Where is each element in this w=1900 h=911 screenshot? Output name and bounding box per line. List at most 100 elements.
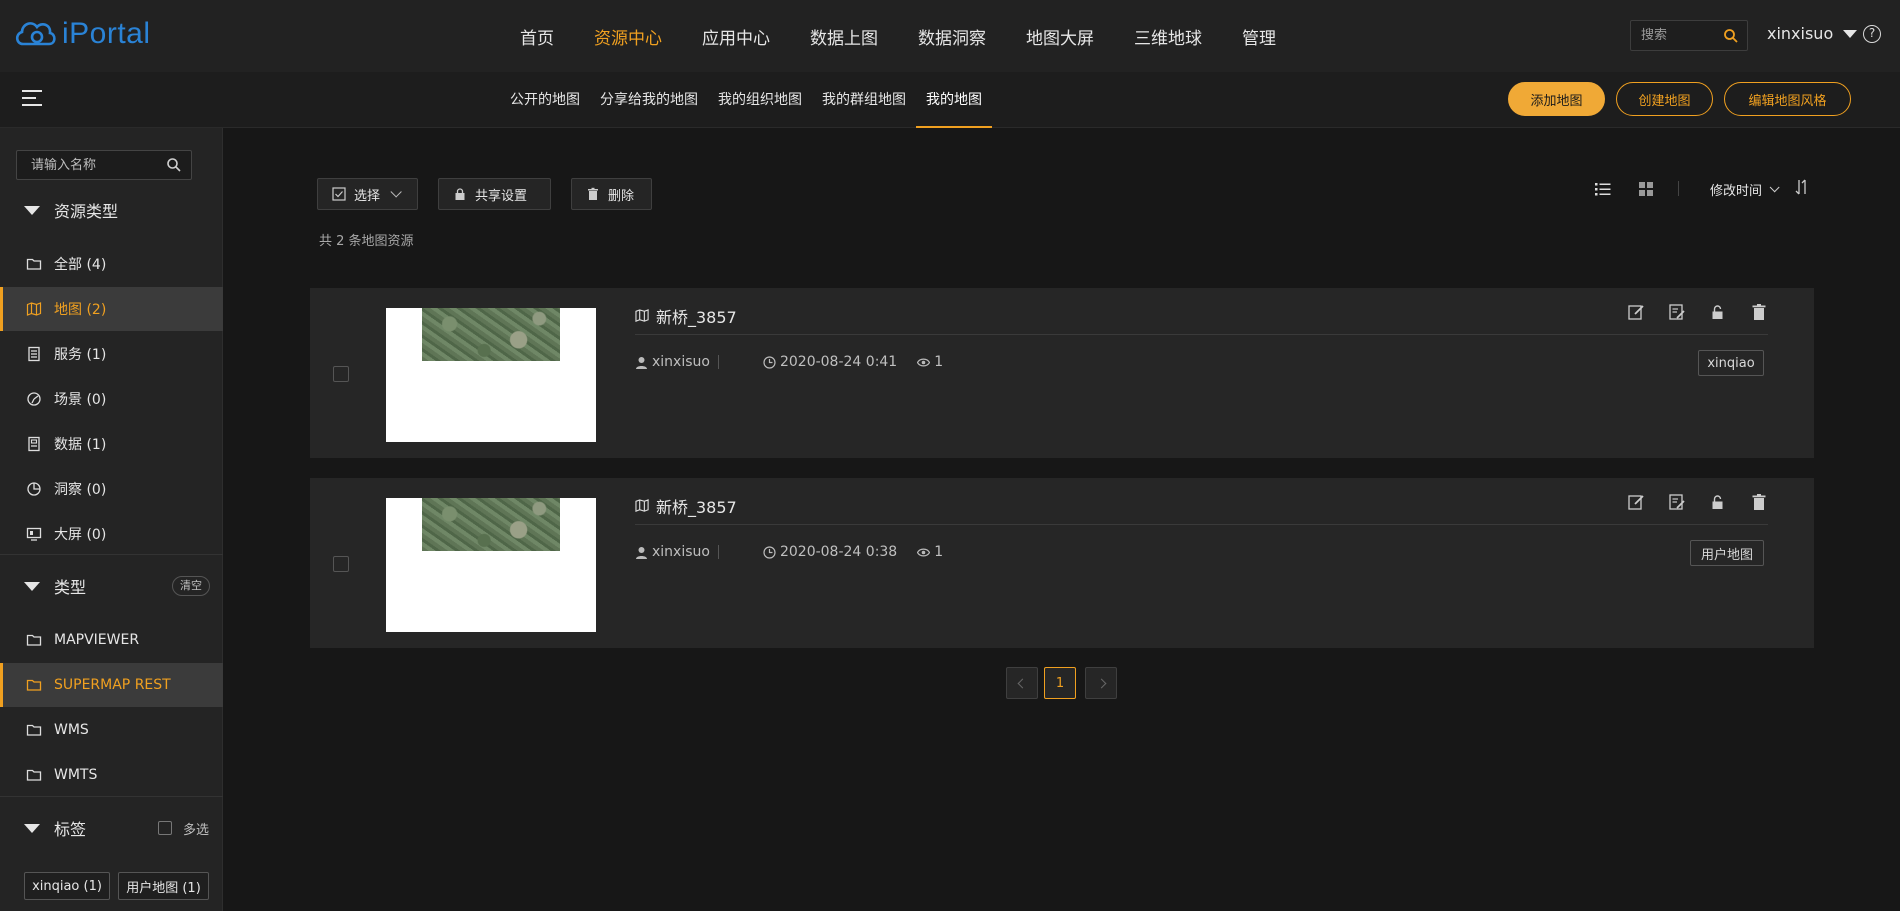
sidebar-item-data[interactable]: 数据 (1) <box>0 422 223 466</box>
checkbox-icon <box>332 187 346 201</box>
sidebar-item-service[interactable]: 服务 (1) <box>0 332 223 376</box>
card-tag[interactable]: 用户地图 <box>1690 540 1764 566</box>
map-thumbnail[interactable] <box>386 498 596 632</box>
tab-shared-maps[interactable]: 分享给我的地图 <box>590 72 708 128</box>
nav-home[interactable]: 首页 <box>520 24 554 49</box>
user-icon <box>636 546 647 559</box>
section-resource-type[interactable]: 资源类型 <box>0 190 223 230</box>
delete-button[interactable]: 删除 <box>571 178 652 210</box>
multi-select-checkbox[interactable] <box>158 821 172 835</box>
page-number-button[interactable]: 1 <box>1044 667 1076 699</box>
menu-toggle-icon[interactable] <box>22 90 42 108</box>
trash-icon[interactable] <box>1750 303 1768 321</box>
edit-icon[interactable] <box>1627 493 1645 511</box>
sort-label: 修改时间 <box>1710 184 1763 199</box>
clear-button[interactable]: 清空 <box>172 576 210 596</box>
header-search-input[interactable] <box>1631 21 1721 50</box>
card-title-row[interactable]: 新桥_3857 <box>635 304 737 328</box>
unlock-icon[interactable] <box>1709 303 1727 321</box>
section-title: 资源类型 <box>54 202 119 221</box>
header-search <box>1630 20 1748 51</box>
map-thumbnail[interactable] <box>386 308 596 442</box>
sidebar-item-map[interactable]: 地图 (2) <box>0 287 223 331</box>
select-label: 选择 <box>354 188 381 204</box>
logo[interactable]: iPortal <box>14 16 151 52</box>
help-icon[interactable]: ? <box>1863 25 1881 43</box>
nav-resource-center[interactable]: 资源中心 <box>594 24 662 49</box>
tab-my-maps[interactable]: 我的地图 <box>916 72 992 128</box>
section-title: 标签 <box>54 820 87 839</box>
tag-chip-user-map[interactable]: 用户地图 (1) <box>118 872 209 900</box>
create-map-button[interactable]: 创建地图 <box>1616 82 1713 116</box>
sidebar-item-dashboard[interactable]: 大屏 (0) <box>0 512 223 556</box>
sidebar-item-wmts[interactable]: WMTS <box>0 753 223 797</box>
eye-icon <box>917 358 931 366</box>
lock-icon <box>455 188 465 200</box>
sidebar-item-label: 洞察 (0) <box>54 482 107 498</box>
next-page-button[interactable] <box>1085 667 1117 699</box>
divider <box>635 524 1768 525</box>
share-settings-label: 共享设置 <box>475 188 528 204</box>
card-title-row[interactable]: 新桥_3857 <box>635 494 737 518</box>
tab-public-maps[interactable]: 公开的地图 <box>500 72 590 128</box>
card-views: 1 <box>917 354 943 370</box>
nav-map-dashboard[interactable]: 地图大屏 <box>1026 24 1094 49</box>
edit-info-icon[interactable] <box>1668 303 1686 321</box>
sidebar-item-mapviewer[interactable]: MAPVIEWER <box>0 618 223 662</box>
user-menu[interactable]: xinxisuo <box>1767 24 1858 43</box>
nav-data-mapping[interactable]: 数据上图 <box>810 24 878 49</box>
sidebar-search-input[interactable] <box>17 151 157 179</box>
divider <box>717 545 719 559</box>
select-button[interactable]: 选择 <box>317 178 418 210</box>
sidebar-item-label: 服务 (1) <box>54 347 107 363</box>
folder-icon <box>26 724 42 736</box>
satellite-image <box>422 498 560 551</box>
cloud-logo-icon <box>15 22 56 46</box>
edit-icon[interactable] <box>1627 303 1645 321</box>
section-tags[interactable]: 标签 多选 <box>0 808 223 848</box>
tab-group-maps[interactable]: 我的群组地图 <box>812 72 916 128</box>
sidebar: 资源类型 全部 (4) 地图 (2) 服务 (1) 场景 (0) 数据 (1) … <box>0 128 223 911</box>
card-meta: xinxisuo 2020-08-24 0:41 1 <box>635 354 943 370</box>
card-title: 新桥_3857 <box>656 498 737 517</box>
prev-page-button[interactable] <box>1006 667 1038 699</box>
sort-dropdown[interactable]: 修改时间 <box>1710 180 1780 199</box>
trash-icon[interactable] <box>1750 493 1768 511</box>
sidebar-item-label: 大屏 (0) <box>54 527 107 543</box>
sidebar-item-all[interactable]: 全部 (4) <box>0 242 223 286</box>
nav-management[interactable]: 管理 <box>1242 24 1276 49</box>
edit-info-icon[interactable] <box>1668 493 1686 511</box>
nav-app-center[interactable]: 应用中心 <box>702 24 770 49</box>
clock-icon <box>763 355 776 369</box>
nav-data-insight[interactable]: 数据洞察 <box>918 24 986 49</box>
nav-3d-globe[interactable]: 三维地球 <box>1134 24 1202 49</box>
sidebar-item-label: WMTS <box>54 767 98 783</box>
section-type[interactable]: 类型 清空 <box>0 566 223 606</box>
search-icon[interactable] <box>166 157 182 173</box>
map-icon <box>26 302 42 316</box>
add-map-button[interactable]: 添加地图 <box>1508 82 1605 116</box>
delete-label: 删除 <box>608 188 635 204</box>
sort-order-icon[interactable] <box>1794 178 1810 196</box>
card-actions <box>1627 303 1791 321</box>
sidebar-item-label: 全部 (4) <box>54 257 107 273</box>
sidebar-item-supermap-rest[interactable]: SUPERMAP REST <box>0 663 223 707</box>
tag-chip-xinqiao[interactable]: xinqiao (1) <box>24 872 110 900</box>
sidebar-item-scene[interactable]: 场景 (0) <box>0 377 223 421</box>
tab-org-maps[interactable]: 我的组织地图 <box>708 72 812 128</box>
map-card: 新桥_3857 xinxisuo 2020-08-24 0:38 1 用户地图 <box>310 478 1814 648</box>
grid-view-icon[interactable] <box>1637 180 1655 198</box>
card-checkbox[interactable] <box>333 556 349 572</box>
section-title: 类型 <box>54 578 87 597</box>
unlock-icon[interactable] <box>1709 493 1727 511</box>
card-checkbox[interactable] <box>333 366 349 382</box>
edit-map-style-button[interactable]: 编辑地图风格 <box>1724 82 1851 116</box>
sidebar-search <box>16 150 192 180</box>
card-tag[interactable]: xinqiao <box>1698 350 1764 376</box>
card-owner: xinxisuo <box>652 354 710 370</box>
search-icon[interactable] <box>1723 28 1739 44</box>
sidebar-item-insight[interactable]: 洞察 (0) <box>0 467 223 511</box>
share-settings-button[interactable]: 共享设置 <box>438 178 551 210</box>
sidebar-item-wms[interactable]: WMS <box>0 708 223 752</box>
list-view-icon[interactable] <box>1594 180 1612 198</box>
